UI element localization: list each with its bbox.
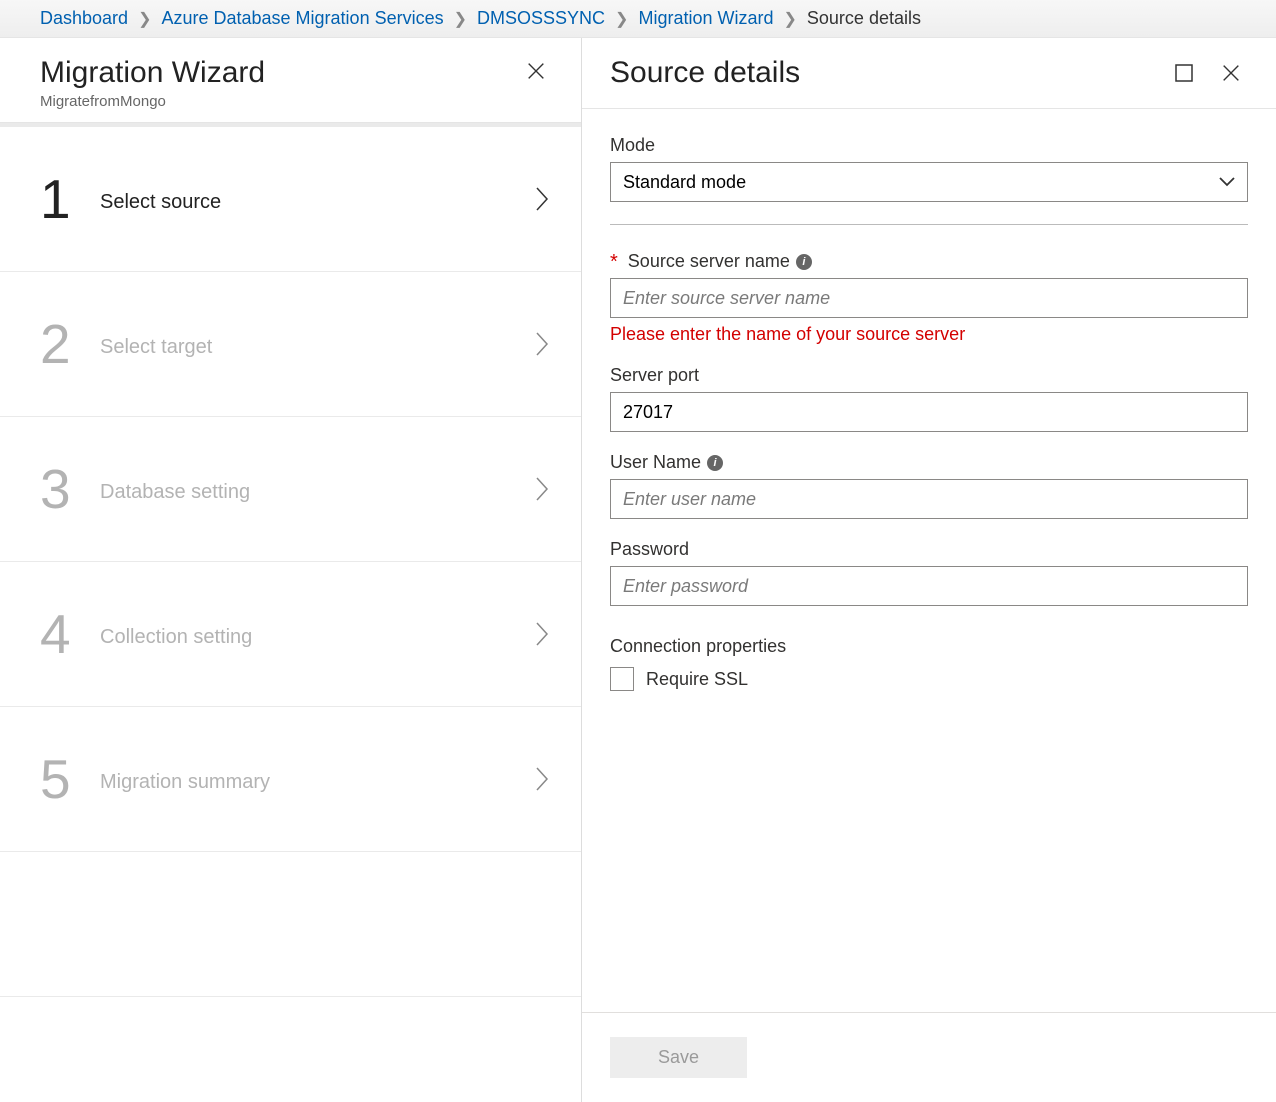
close-details-button[interactable] bbox=[1216, 58, 1246, 88]
chevron-right-icon bbox=[533, 474, 551, 504]
chevron-right-icon bbox=[533, 764, 551, 794]
step-number: 1 bbox=[40, 172, 100, 227]
source-server-input[interactable] bbox=[610, 278, 1248, 318]
maximize-icon bbox=[1174, 63, 1194, 83]
wizard-step-empty bbox=[0, 852, 581, 997]
close-icon bbox=[1220, 62, 1242, 84]
source-server-label: Source server name bbox=[628, 251, 790, 272]
wizard-title: Migration Wizard bbox=[40, 56, 265, 89]
step-label: Migration summary bbox=[100, 766, 533, 792]
chevron-right-icon: ❯ bbox=[138, 9, 151, 29]
breadcrumb-current: Source details bbox=[807, 8, 921, 29]
breadcrumb-link-dmsosssync[interactable]: DMSOSSSYNC bbox=[477, 8, 605, 29]
user-name-label: User Name bbox=[610, 452, 701, 473]
chevron-right-icon bbox=[533, 184, 551, 214]
wizard-steps: 1 Select source 2 Select target 3 Databa… bbox=[0, 123, 581, 1102]
chevron-right-icon: ❯ bbox=[784, 9, 797, 29]
wizard-step-migration-summary[interactable]: 5 Migration summary bbox=[0, 707, 581, 852]
chevron-right-icon: ❯ bbox=[615, 9, 628, 29]
user-name-input[interactable] bbox=[610, 479, 1248, 519]
breadcrumb: Dashboard ❯ Azure Database Migration Ser… bbox=[0, 0, 1276, 38]
require-ssl-checkbox[interactable] bbox=[610, 667, 634, 691]
wizard-subtitle: MigratefromMongo bbox=[40, 93, 265, 110]
require-ssl-label: Require SSL bbox=[646, 669, 748, 690]
step-label: Select target bbox=[100, 331, 533, 357]
step-number: 3 bbox=[40, 462, 100, 517]
server-port-label: Server port bbox=[610, 365, 1248, 386]
source-server-error: Please enter the name of your source ser… bbox=[610, 324, 1248, 345]
step-label: Database setting bbox=[100, 476, 533, 502]
breadcrumb-link-dashboard[interactable]: Dashboard bbox=[40, 8, 128, 29]
details-pane: Source details Mode Standard mode bbox=[582, 38, 1276, 1102]
maximize-button[interactable] bbox=[1170, 59, 1198, 87]
mode-label: Mode bbox=[610, 135, 1248, 156]
breadcrumb-link-migration-wizard[interactable]: Migration Wizard bbox=[638, 8, 773, 29]
step-number: 2 bbox=[40, 317, 100, 372]
save-button[interactable]: Save bbox=[610, 1037, 747, 1078]
step-label: Collection setting bbox=[100, 621, 533, 647]
info-icon[interactable]: i bbox=[796, 254, 812, 270]
connection-properties-title: Connection properties bbox=[610, 636, 1248, 657]
server-port-input[interactable] bbox=[610, 392, 1248, 432]
chevron-right-icon bbox=[533, 619, 551, 649]
step-number: 4 bbox=[40, 607, 100, 662]
divider bbox=[610, 224, 1248, 225]
wizard-pane: Migration Wizard MigratefromMongo 1 Sele… bbox=[0, 38, 582, 1102]
password-label: Password bbox=[610, 539, 1248, 560]
wizard-step-database-setting[interactable]: 3 Database setting bbox=[0, 417, 581, 562]
wizard-step-collection-setting[interactable]: 4 Collection setting bbox=[0, 562, 581, 707]
require-ssl-row[interactable]: Require SSL bbox=[610, 667, 1248, 691]
step-label: Select source bbox=[100, 186, 533, 212]
close-wizard-button[interactable] bbox=[521, 56, 551, 86]
chevron-right-icon: ❯ bbox=[454, 9, 467, 29]
close-icon bbox=[525, 60, 547, 82]
wizard-step-select-source[interactable]: 1 Select source bbox=[0, 127, 581, 272]
details-title: Source details bbox=[610, 56, 800, 90]
chevron-right-icon bbox=[533, 329, 551, 359]
info-icon[interactable]: i bbox=[707, 455, 723, 471]
step-number: 5 bbox=[40, 752, 100, 807]
breadcrumb-link-azure-dms[interactable]: Azure Database Migration Services bbox=[161, 8, 443, 29]
required-marker: * bbox=[610, 252, 618, 272]
mode-select[interactable]: Standard mode bbox=[610, 162, 1248, 202]
wizard-step-select-target[interactable]: 2 Select target bbox=[0, 272, 581, 417]
password-input[interactable] bbox=[610, 566, 1248, 606]
